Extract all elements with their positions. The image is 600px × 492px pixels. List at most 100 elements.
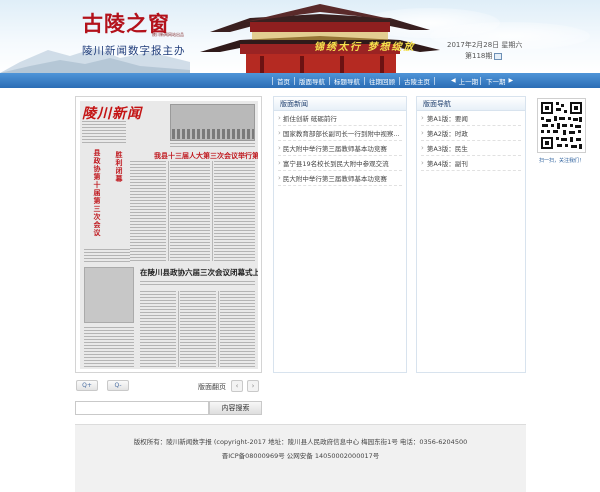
- column-divider: [178, 291, 179, 367]
- chevron-left-icon: ‹: [235, 382, 239, 390]
- triangle-right-icon: ▶: [508, 77, 514, 84]
- column-divider: [218, 291, 219, 367]
- page-nav-item[interactable]: › 第A3版：民生: [421, 141, 521, 156]
- news-item[interactable]: › 民大附中举行第三届教师基本功竞赛: [278, 141, 402, 156]
- headline-char: 第: [93, 197, 101, 205]
- text-block: [180, 291, 216, 367]
- text-block: [220, 291, 255, 367]
- column-divider: [168, 161, 169, 261]
- bullet-icon: ›: [421, 159, 424, 167]
- calendar-icon[interactable]: [494, 52, 503, 60]
- search-input[interactable]: [75, 401, 209, 415]
- news-item[interactable]: › 抓住创新 砥砺前行: [278, 111, 402, 126]
- headline-main: 我县十三届人大第三次会议举行第二次大会: [154, 152, 258, 160]
- page-nav-panel: 版面导航 › 第A1版：要闻 › 第A2版：时政 › 第A3版：民生 › 第A4版：副刊: [416, 96, 526, 373]
- main-nav-bar: 首页 版面导航 标题导航 往期回顾 古陵主页 ◀ 上一期 下一期 ▶: [0, 73, 600, 88]
- page-nav-title: 版面导航: [417, 97, 525, 111]
- prev-issue-link[interactable]: ◀ 上一期: [448, 73, 478, 88]
- zoom-in-button[interactable]: Q+: [76, 380, 98, 391]
- site-header: 古陵之窗 陵川新闻网站出品 陵川新闻数字报主办 锦绣太行 梦想绽放 2017年2…: [0, 0, 600, 73]
- text-block: [170, 161, 210, 261]
- footer-icp: 晋ICP备08000969号 公网安备 14050002000017号: [221, 452, 380, 460]
- bullet-icon: ›: [278, 174, 281, 182]
- headline-char: 会: [93, 221, 101, 229]
- issue-label: 第118期: [465, 52, 493, 60]
- current-date: 2017年2月28日 星期六: [447, 41, 523, 49]
- nav-links: 首页 版面导航 标题导航 往期回顾 古陵主页: [272, 73, 435, 88]
- nav-link-portal[interactable]: 古陵主页: [400, 76, 434, 86]
- headline-char: 议: [93, 229, 101, 237]
- page-news-title: 版面新闻: [274, 97, 406, 111]
- page-turn-label: 版面翻页: [198, 383, 226, 391]
- page-nav-item[interactable]: › 第A4版：副刊: [421, 156, 521, 171]
- text-block: [84, 249, 130, 263]
- page-nav-label: 第A3版：民生: [426, 145, 468, 153]
- headline-vertical-2: 胜利闭幕: [110, 151, 128, 247]
- zoom-out-icon: Q-: [114, 382, 122, 389]
- headline-char: 十: [93, 181, 101, 189]
- newspaper-page-image[interactable]: 陵川新闻 我县十三届人大第三次会议举行第二次大会 县政协第十届第三次会议 胜利闭…: [80, 101, 258, 369]
- news-item[interactable]: › 国家教育部部长副司长一行到附中视察...: [278, 126, 402, 141]
- news-item-title: 抓住创新 砥砺前行: [282, 115, 337, 123]
- headline-char: 协: [93, 165, 101, 173]
- qr-code: [537, 98, 586, 153]
- bullet-icon: ›: [278, 114, 281, 122]
- page-nav-item[interactable]: › 第A1版：要闻: [421, 111, 521, 126]
- headline-char: 县: [93, 149, 101, 157]
- headline-char: 届: [93, 189, 101, 197]
- column-divider: [212, 161, 213, 261]
- news-item[interactable]: › 富宁县19名校长到民大附中参观交流: [278, 156, 402, 171]
- nav-divider: [480, 77, 481, 85]
- header-slogan: 锦绣太行 梦想绽放: [314, 42, 416, 53]
- headline-char: 三: [93, 205, 101, 213]
- newspaper-preview[interactable]: 陵川新闻 我县十三届人大第三次会议举行第二次大会 县政协第十届第三次会议 胜利闭…: [75, 96, 262, 373]
- qr-caption: 扫一扫，关注我们！: [538, 158, 584, 164]
- portrait-photo: [84, 267, 134, 323]
- headline-vertical-1: 县政协第十届第三次会议: [86, 149, 108, 245]
- news-item-title: 富宁县19名校长到民大附中参观交流: [282, 160, 389, 168]
- qr-code-icon: [538, 99, 585, 152]
- page-nav-item[interactable]: › 第A2版：时政: [421, 126, 521, 141]
- page-nav-label: 第A2版：时政: [426, 130, 468, 138]
- prev-page-button[interactable]: ‹: [231, 380, 243, 392]
- headline-char: 闭: [115, 167, 123, 175]
- headline-char: 胜: [115, 151, 123, 159]
- search-button[interactable]: 内容搜索: [209, 401, 262, 415]
- text-block: [170, 143, 255, 149]
- nav-divider: [434, 76, 435, 85]
- page-news-panel: 版面新闻 › 抓住创新 砥砺前行 › 国家教育部部长副司长一行到附中视察... › 民…: [273, 96, 407, 373]
- newspaper-masthead: 陵川新闻: [82, 106, 142, 122]
- meeting-photo-crowd: [172, 129, 254, 139]
- bullet-icon: ›: [421, 114, 424, 122]
- headline-char: 利: [115, 159, 123, 167]
- bullet-icon: ›: [421, 144, 424, 152]
- logo-subtitle: 陵川新闻网站出品: [152, 32, 184, 37]
- text-block: [214, 161, 255, 261]
- headline-secondary: 在陵川县政协六届三次会议闭幕式上的讲话: [140, 268, 258, 277]
- chevron-right-icon: ›: [251, 382, 255, 390]
- zoom-out-button[interactable]: Q-: [107, 380, 129, 391]
- page-nav-label: 第A1版：要闻: [426, 115, 468, 123]
- news-item-title: 民大附中举行第三届教师基本功竞赛: [282, 175, 387, 183]
- next-issue-link[interactable]: 下一期 ▶: [486, 73, 516, 88]
- nav-link-archive[interactable]: 往期回顾: [365, 76, 399, 86]
- prev-issue-label: 上一期: [458, 77, 479, 86]
- news-item[interactable]: › 民大附中举行第三届教师基本功竞赛: [278, 171, 402, 186]
- text-block: [130, 161, 166, 261]
- bullet-icon: ›: [278, 144, 281, 152]
- nav-link-title-nav[interactable]: 标题导航: [330, 76, 364, 86]
- nav-link-page-nav[interactable]: 版面导航: [295, 76, 329, 86]
- site-title: 陵川新闻数字报主办: [82, 45, 186, 57]
- site-footer: 版权所有：陵川新闻数字报 (copyright-2017 地址：陵川县人民政府信…: [75, 424, 526, 492]
- issue-number: 第118期: [465, 51, 503, 61]
- text-block: [140, 281, 255, 285]
- footer-copyright: 版权所有：陵川新闻数字报 (copyright-2017 地址：陵川县人民政府信…: [133, 438, 468, 446]
- headline-char: 次: [93, 213, 101, 221]
- text-block: [84, 327, 134, 367]
- next-issue-label: 下一期: [486, 77, 506, 86]
- bullet-icon: ›: [421, 129, 424, 137]
- nav-link-home[interactable]: 首页: [273, 76, 294, 86]
- next-page-button[interactable]: ›: [247, 380, 259, 392]
- triangle-left-icon: ◀: [451, 77, 456, 84]
- headline-char: 政: [93, 157, 101, 165]
